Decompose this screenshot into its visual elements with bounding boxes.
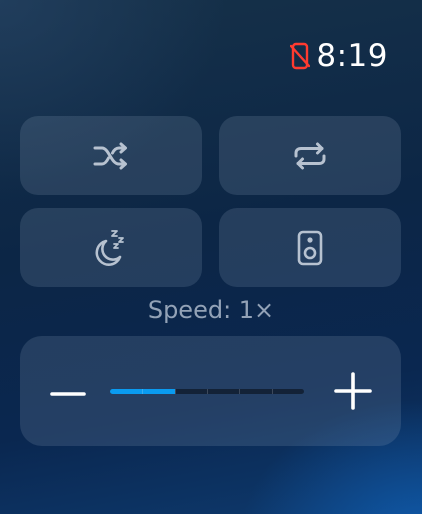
phone-disconnected-icon [290,42,311,70]
sleep-timer-button[interactable] [20,208,202,287]
minus-icon [50,382,86,401]
moon-zzz-icon [92,228,130,268]
speaker-icon [297,230,323,266]
speed-label: Speed: 1× [147,296,275,324]
plus-icon [334,372,372,414]
status-bar: 8:19 [290,38,388,74]
speed-segment-divider [239,389,240,394]
speed-control [20,336,401,446]
speed-segment-divider [207,389,208,394]
speed-segment-divider [175,389,176,394]
speed-decrease-button[interactable] [48,371,88,411]
speed-slider[interactable] [110,389,304,394]
speed-increase-button[interactable] [333,372,373,414]
clock: 8:19 [316,38,388,74]
audio-output-button[interactable] [219,208,401,287]
repeat-icon [291,140,329,172]
repeat-button[interactable] [219,116,401,195]
shuffle-icon [92,141,130,171]
speed-segment-divider [142,389,143,394]
shuffle-button[interactable] [20,116,202,195]
speed-segment-divider [272,389,273,394]
